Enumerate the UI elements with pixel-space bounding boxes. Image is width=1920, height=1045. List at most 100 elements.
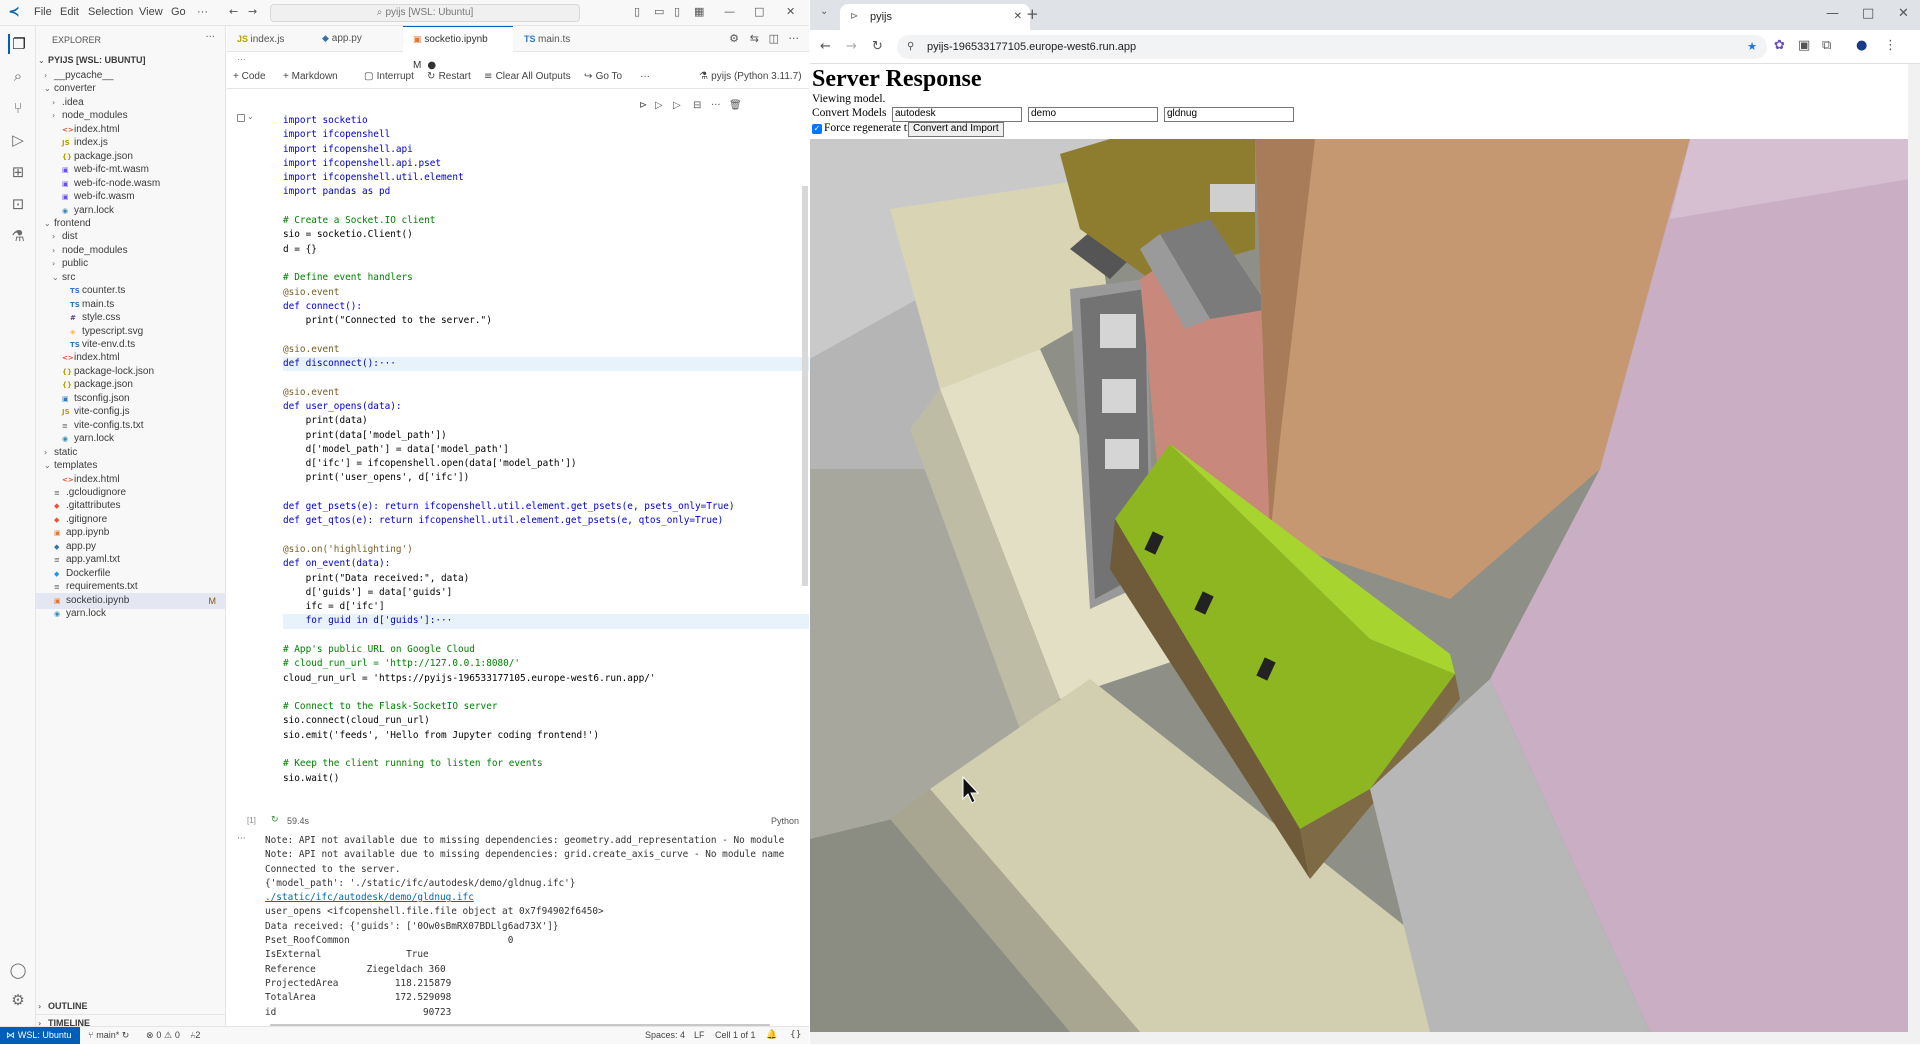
toggle-panel-icon[interactable]: ▭: [654, 5, 664, 18]
remote-explorer-icon[interactable]: ⊡: [8, 194, 28, 214]
add-markdown-cell-button[interactable]: + Markdown: [283, 71, 338, 82]
tab-index-js[interactable]: JS index.js: [227, 26, 311, 52]
code-line: print("Data received:", data): [283, 572, 470, 584]
collapse-cell-icon[interactable]: ⌄: [247, 112, 254, 121]
minimize-icon[interactable]: —: [1826, 6, 1839, 21]
goto-button[interactable]: ↪ Go To: [584, 71, 622, 82]
split-cell-icon[interactable]: ⊟: [693, 100, 701, 111]
delete-cell-icon[interactable]: 🗑: [729, 100, 742, 111]
open-changes-icon[interactable]: ⇆: [750, 32, 759, 45]
interrupt-button[interactable]: ▢ Interrupt: [364, 71, 414, 82]
execute-below-icon[interactable]: ▷: [673, 100, 681, 111]
extension-2-icon[interactable]: ▣: [1798, 38, 1810, 53]
clear-outputs-button[interactable]: ≡ Clear All Outputs: [484, 71, 571, 82]
back-icon[interactable]: ←: [820, 39, 831, 54]
tree-item-label: app.py: [66, 540, 97, 552]
minimize-icon[interactable]: —: [724, 5, 735, 18]
model-input[interactable]: gldnug: [1164, 107, 1294, 122]
ports-indicator[interactable]: ⑃2: [190, 1030, 200, 1041]
add-code-cell-button[interactable]: + Code: [233, 71, 266, 82]
run-debug-icon[interactable]: ▷: [8, 130, 28, 150]
bookmark-star-icon[interactable]: ★: [1747, 35, 1757, 59]
new-tab-icon[interactable]: +: [1026, 5, 1039, 23]
tree-file[interactable]: ◉ yarn.lock: [36, 606, 226, 622]
toggle-secondary-sidebar-icon[interactable]: ▯: [674, 5, 680, 18]
close-window-icon[interactable]: ✕: [1898, 6, 1909, 21]
window-panel: [1105, 439, 1139, 469]
source-control-icon[interactable]: ⑂: [8, 98, 28, 118]
maximize-icon[interactable]: □: [754, 5, 764, 18]
run-cell-icon[interactable]: ▷: [655, 100, 663, 111]
force-regenerate-checkbox[interactable]: ✓: [812, 124, 822, 134]
chrome-menu-icon[interactable]: ⋮: [1884, 38, 1897, 53]
notifications-icon[interactable]: 🔔: [766, 1030, 777, 1040]
site-info-icon[interactable]: ⚲: [907, 35, 914, 59]
page-vertical-scrollbar[interactable]: [1908, 64, 1920, 1032]
problems-indicator[interactable]: ⊗ 0 ⚠ 0: [146, 1030, 180, 1041]
tab-app-py[interactable]: ◆ app.py: [312, 26, 402, 52]
restart-button[interactable]: ↻ Restart: [427, 71, 471, 82]
browser-tab[interactable]: ⊳ pyijs ✕: [840, 4, 1030, 30]
code-line: import ifcopenshell: [283, 129, 391, 141]
command-center-search[interactable]: ⌕ pyijs [WSL: Ubuntu]: [270, 4, 580, 22]
explorer-icon[interactable]: ❐: [8, 34, 28, 54]
toggle-primary-sidebar-icon[interactable]: ▯: [634, 5, 640, 18]
menu-more[interactable]: ···: [197, 6, 208, 18]
close-tab-icon[interactable]: ✕: [1014, 4, 1022, 30]
nav-forward-icon[interactable]: →: [248, 5, 257, 18]
indentation-indicator[interactable]: Spaces: 4: [645, 1030, 685, 1040]
menu-selection[interactable]: Selection: [88, 6, 133, 18]
cell-indicator[interactable]: Cell 1 of 1: [715, 1030, 756, 1040]
more-actions-icon[interactable]: ···: [789, 32, 800, 45]
extension-icon[interactable]: ✿: [1774, 38, 1785, 53]
account-icon[interactable]: ◯: [8, 960, 28, 980]
gear-icon[interactable]: ⚙: [8, 990, 28, 1010]
code-line: # cloud_run_url = 'http://127.0.0.1:8080…: [283, 658, 521, 670]
customize-layout-icon[interactable]: ▦: [694, 5, 704, 18]
remote-indicator[interactable]: ⋈ WSL: Ubuntu: [0, 1027, 80, 1044]
editor-scrollbar[interactable]: [802, 186, 808, 586]
more-actions-icon[interactable]: ···: [205, 32, 215, 43]
output-line[interactable]: ./static/ifc/autodesk/demo/gldnug.ifc: [265, 891, 805, 905]
tab-search-icon[interactable]: ⌄: [820, 6, 828, 17]
3d-viewer-canvas[interactable]: [810, 139, 1910, 1032]
source-input[interactable]: autodesk: [892, 107, 1022, 122]
settings-icon[interactable]: ⚙: [729, 32, 739, 45]
nav-back-icon[interactable]: ←: [229, 5, 238, 18]
menu-file[interactable]: File: [34, 6, 52, 18]
menu-view[interactable]: View: [139, 6, 163, 18]
cell-language[interactable]: Python: [771, 816, 799, 826]
extensions-icon[interactable]: ⊞: [8, 162, 28, 182]
project-input[interactable]: demo: [1028, 107, 1158, 122]
forward-icon[interactable]: →: [846, 39, 857, 54]
reload-icon[interactable]: ↻: [872, 39, 883, 54]
code-cell[interactable]: import socketio import ifcopenshell import…: [283, 114, 809, 786]
execute-above-icon[interactable]: ⊳: [639, 100, 647, 111]
cell-more-icon[interactable]: ···: [711, 100, 721, 111]
menu-go[interactable]: Go: [171, 6, 186, 18]
split-editor-icon[interactable]: ◫: [769, 32, 779, 45]
extensions-puzzle-icon[interactable]: ⧉: [1822, 38, 1831, 53]
branch-indicator[interactable]: ⑂ main* ↻: [88, 1030, 129, 1041]
output-more-icon[interactable]: ···: [237, 834, 246, 844]
address-bar[interactable]: ⚲ pyijs-196533177105.europe-west6.run.ap…: [897, 35, 1767, 59]
search-icon[interactable]: ⌕: [8, 66, 28, 86]
tab-socketio-ipynb[interactable]: ▣ socketio.ipynb M ●: [403, 26, 513, 71]
close-icon[interactable]: ✕: [786, 5, 795, 18]
toolbar-more-button[interactable]: ···: [640, 71, 650, 82]
convert-import-button[interactable]: Convert and Import: [908, 122, 1004, 137]
workspace-root[interactable]: ⌄ PYIJS [WSL: UBUNTU]: [36, 52, 226, 68]
braces-icon[interactable]: {}: [790, 1030, 801, 1040]
eol-indicator[interactable]: LF: [694, 1030, 705, 1040]
profile-avatar-icon[interactable]: ●: [1856, 38, 1867, 53]
menu-edit[interactable]: Edit: [60, 6, 79, 18]
maximize-icon[interactable]: □: [1862, 6, 1874, 21]
code-line: for guid in d['guids']:···: [283, 614, 809, 629]
kernel-picker[interactable]: ⚗ pyijs (Python 3.11.7): [699, 71, 802, 82]
cell-run-indicator[interactable]: [237, 114, 245, 122]
page-horizontal-scrollbar[interactable]: [810, 1032, 1920, 1044]
tab-main-ts[interactable]: TS main.ts: [514, 26, 594, 52]
outline-section[interactable]: › OUTLINE: [36, 998, 226, 1014]
testing-icon[interactable]: ⚗: [8, 226, 28, 246]
